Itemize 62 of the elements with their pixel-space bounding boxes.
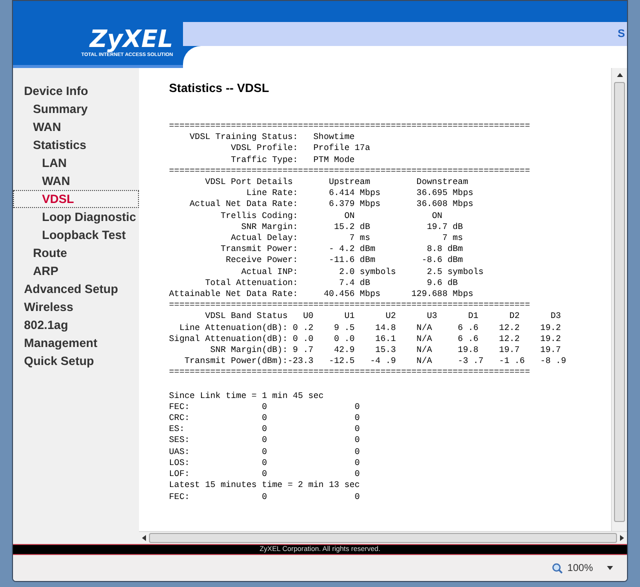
- sidebar-item[interactable]: Route: [13, 244, 139, 262]
- page-title: Statistics -- VDSL: [169, 81, 270, 95]
- stats-line: Attainable Net Data Rate: 40.456 Mbps 129.688 Mbps: [169, 289, 474, 300]
- logo: ZyXEL: [90, 26, 173, 52]
- stats-line: Transmit Power: - 4.2 dBm 8.8 dBm: [220, 244, 463, 256]
- stats-line: Traffic Type: PTM Mode: [230, 154, 355, 166]
- stats-line: SNR Margin(dB): 9 .7 42.9 15.3 N/A 19.8 19.7 19.7: [209, 345, 561, 356]
- sidebar-item[interactable]: Wireless: [13, 298, 139, 316]
- stats-line: Transmit Power(dBm):-23.3 -12.5 -4 .9 N/A -3 .7 -1 .6 -8 .9: [183, 356, 566, 368]
- scroll-thumb[interactable]: [614, 82, 625, 522]
- vertical-scrollbar[interactable]: [611, 68, 627, 531]
- stats-line: ES: 0 0: [169, 424, 360, 436]
- stats-line: Actual INP: 2.0 symbols 2.5 symbols: [240, 266, 484, 278]
- sidebar-item[interactable]: VDSL: [13, 190, 139, 208]
- stats-line: ======================================================================: [169, 367, 530, 379]
- stats-line: ======================================================================: [169, 121, 530, 132]
- sidebar-item[interactable]: LAN: [13, 154, 139, 172]
- scroll-thumb[interactable]: [149, 533, 617, 543]
- stats-line: VDSL Profile: Profile 17a: [230, 143, 370, 155]
- stats-line: SNR Margin: 15.2 dB 19.7 dB: [240, 222, 463, 234]
- stats-line: VDSL Training Status: Showtime: [188, 132, 355, 144]
- stats-line: Actual Net Data Rate: 6.379 Mbps 36.608 Mbps: [188, 199, 474, 211]
- stats-line: FEC: 0 0: [169, 492, 360, 503]
- stats-line: Latest 15 minutes time = 2 min 13 sec: [169, 480, 360, 492]
- stats-line: FEC: 0 0: [169, 402, 360, 414]
- sidebar-item[interactable]: WAN: [13, 118, 139, 136]
- scroll-right-icon[interactable]: [619, 535, 625, 541]
- stats-line: Total Attenuation: 7.4 dB 9.6 dB: [204, 278, 458, 290]
- stats-line: LOF: 0 0: [169, 469, 360, 480]
- stats-line: Signal Attenuation(dB): 0 .0 0 .0 16.1 N/A 6 .6 12.2 19.2: [169, 334, 561, 346]
- stats-line: UAS: 0 0: [169, 446, 360, 458]
- stats-line: Receive Power: -11.6 dBm -8.6 dBm: [224, 255, 463, 267]
- scroll-left-icon[interactable]: [141, 535, 147, 541]
- sidebar-item[interactable]: Statistics: [13, 136, 139, 154]
- sidebar-item[interactable]: Summary: [13, 100, 139, 118]
- zoom-level[interactable]: 100%: [567, 560, 593, 576]
- stats-line: Line Rate: 6.414 Mbps 36.695 Mbps: [245, 188, 474, 200]
- stats-line: Trellis Coding: ON ON: [220, 210, 442, 222]
- caret-icon[interactable]: [607, 565, 613, 571]
- sidebar-item[interactable]: ARP: [13, 262, 139, 280]
- sidebar-item[interactable]: 802.1ag: [13, 316, 139, 334]
- stats-line: Line Attenuation(dB): 0 .2 9 .5 14.8 N/A 6 .6 12.2 19.2: [178, 322, 561, 334]
- sidebar-item[interactable]: Quick Setup: [13, 352, 139, 370]
- sidebar-item[interactable]: Loop Diagnostic: [13, 208, 139, 226]
- sidebar-item[interactable]: Loopback Test: [13, 226, 139, 244]
- sidebar-item[interactable]: Management: [13, 334, 139, 352]
- stats-line: Actual Delay: 7 ms 7 ms: [230, 233, 463, 244]
- stats-line: VDSL Band Status U0 U1 U2 U3 D1 D2 D3: [204, 311, 561, 323]
- zoom-icon[interactable]: [552, 562, 564, 574]
- sidebar-item[interactable]: WAN: [13, 172, 139, 190]
- header-link[interactable]: S: [618, 26, 625, 42]
- horizontal-scrollbar[interactable]: [139, 531, 627, 544]
- sidebar-item[interactable]: Device Info: [13, 82, 139, 100]
- stats-line: ======================================================================: [169, 300, 530, 312]
- scroll-up-icon[interactable]: [616, 72, 622, 78]
- stats-line: LOS: 0 0: [169, 458, 360, 470]
- stats-line: SES: 0 0: [169, 435, 360, 447]
- stats-line: Since Link time = 1 min 45 sec: [169, 390, 324, 402]
- stats-line: VDSL Port Details Upstream Downstream: [204, 177, 468, 188]
- stats-line: ======================================================================: [169, 166, 530, 178]
- sidebar-item[interactable]: Advanced Setup: [13, 280, 139, 298]
- stats-line: CRC: 0 0: [169, 413, 360, 424]
